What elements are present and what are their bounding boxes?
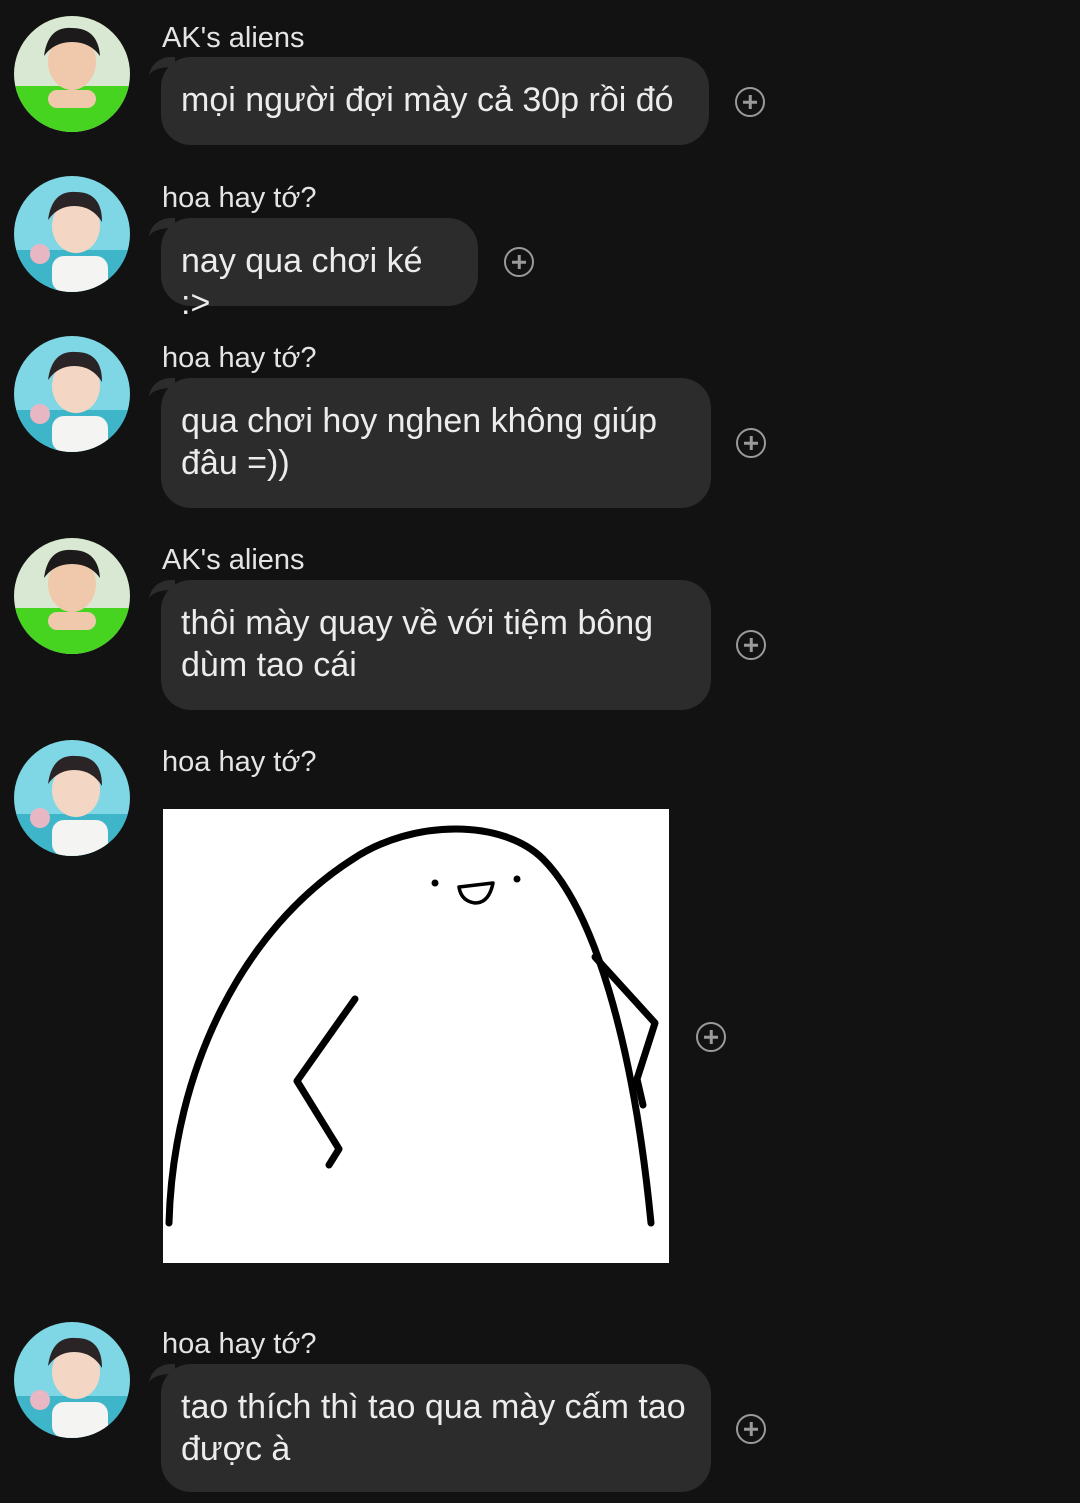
message-bubble[interactable]: qua chơi hoy nghen không giúp đâu =))	[149, 378, 711, 508]
sender-name: AK's aliens	[162, 22, 305, 54]
avatar[interactable]	[14, 740, 130, 856]
sender-name: hoa hay tớ?	[162, 342, 317, 374]
chat-thread: AK's aliens mọi người đợi mày cả 30p rồi…	[0, 0, 1080, 1503]
bubble-tail	[149, 1364, 175, 1386]
sender-name: hoa hay tớ?	[162, 182, 317, 214]
message-bubble[interactable]: thôi mày quay về với tiệm bông dùm tao c…	[149, 580, 711, 710]
sender-name: hoa hay tớ?	[162, 1328, 317, 1360]
add-reaction-icon[interactable]	[736, 428, 766, 458]
avatar[interactable]	[14, 16, 130, 132]
message-bubble[interactable]: mọi người đợi mày cả 30p rồi đó	[149, 57, 709, 145]
bubble-tail	[149, 378, 175, 400]
message-text: mọi người đợi mày cả 30p rồi đó	[181, 81, 674, 119]
add-reaction-icon[interactable]	[736, 1414, 766, 1444]
sender-name: AK's aliens	[162, 544, 305, 576]
message-text: tao thích thì tao qua mày cấm tao được à	[181, 1388, 686, 1468]
message-bubble[interactable]: tao thích thì tao qua mày cấm tao được à	[149, 1364, 711, 1492]
message-text: thôi mày quay về với tiệm bông dùm tao c…	[181, 604, 654, 684]
add-reaction-icon[interactable]	[735, 87, 765, 117]
blob-sticker[interactable]	[163, 809, 669, 1263]
message-text: nay qua chơi ké :>	[181, 242, 423, 322]
sender-name: hoa hay tớ?	[162, 746, 317, 778]
add-reaction-icon[interactable]	[736, 630, 766, 660]
add-reaction-icon[interactable]	[504, 247, 534, 277]
bubble-tail	[149, 580, 175, 602]
avatar[interactable]	[14, 1322, 130, 1438]
avatar[interactable]	[14, 538, 130, 654]
message-bubble[interactable]: nay qua chơi ké :>	[149, 218, 478, 322]
bubble-tail	[149, 218, 175, 240]
avatar[interactable]	[14, 336, 130, 452]
bubble-tail	[149, 57, 175, 79]
message-text: qua chơi hoy nghen không giúp đâu =))	[181, 402, 657, 482]
avatar[interactable]	[14, 176, 130, 292]
add-reaction-icon[interactable]	[696, 1022, 726, 1052]
